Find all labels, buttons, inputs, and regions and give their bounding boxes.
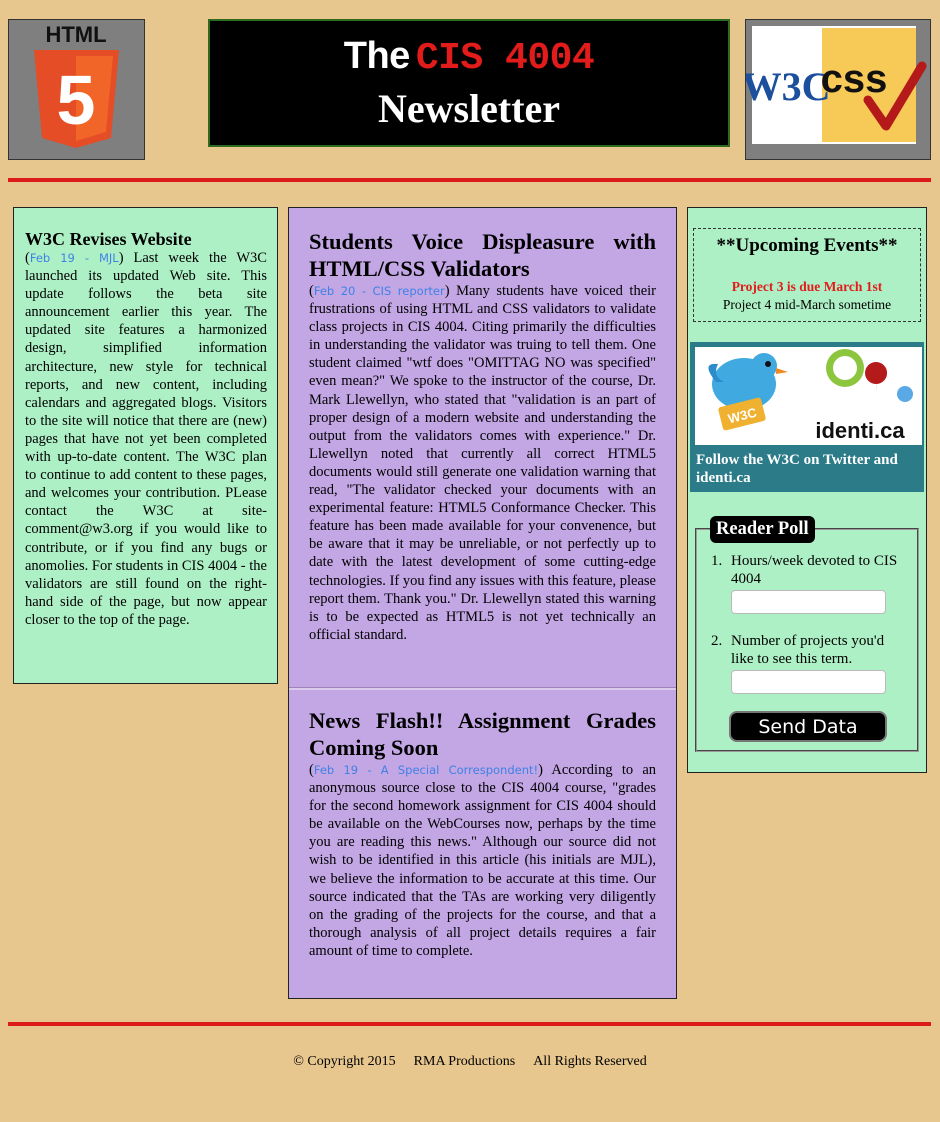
banner-title-line1: The CIS 4004 — [210, 35, 728, 80]
poll-question-2: 2. Number of projects you'd like to see … — [711, 632, 911, 694]
footer-divider — [8, 1022, 931, 1026]
article-text: According to an anonymous source close t… — [309, 762, 657, 959]
left-sidebar-article: W3C Revises Website (Feb 19 - MJL) Last … — [13, 207, 278, 684]
newsletter-banner: The CIS 4004 Newsletter — [208, 19, 730, 147]
banner-title-course: CIS 4004 — [415, 37, 595, 80]
article-grades: News Flash!! Assignment Grades Coming So… — [309, 708, 656, 960]
question-number: 2. — [711, 633, 723, 649]
article-body: (Feb 19 - A Special Correspondent!) Acco… — [309, 762, 657, 959]
article-divider — [289, 687, 676, 690]
question-number: 1. — [711, 553, 723, 569]
banner-title-newsletter: Newsletter — [377, 86, 561, 131]
header-divider — [8, 178, 931, 182]
events-title: **Upcoming Events** — [716, 235, 898, 256]
article-title: W3C Revises Website — [25, 229, 192, 249]
html5-logo: HTML 5 — [8, 19, 145, 160]
svg-text:5: 5 — [57, 61, 96, 139]
article-text: Last week the W3C launched its updated W… — [25, 250, 267, 628]
question-text: Hours/week devoted to CIS 4004 — [731, 553, 898, 587]
article-body: (Feb 20 - CIS reporter) Many students ha… — [309, 283, 656, 643]
article-title: Students Voice Displeasure with HTML/CSS… — [309, 229, 656, 281]
svg-text:css: css — [821, 57, 888, 101]
twitter-bird-icon[interactable]: W3C — [695, 347, 803, 445]
poll-question-1: 1. Hours/week devoted to CIS 4004 — [711, 552, 911, 614]
identica-icon[interactable]: identi.ca — [803, 347, 922, 445]
footer-copyright: © Copyright 2015 — [293, 1054, 396, 1069]
num-projects-input[interactable] — [731, 670, 886, 694]
html5-shield-icon: HTML 5 — [34, 22, 119, 148]
footer: © Copyright 2015 RMA Productions All Right… — [0, 1054, 940, 1070]
footer-rights: All Rights Reserved — [533, 1054, 647, 1069]
event-item: Project 3 is due March 1st — [731, 279, 883, 294]
article-validators: Students Voice Displeasure with HTML/CSS… — [309, 229, 656, 644]
article-date: Feb 19 - A Special Correspondent! — [313, 763, 539, 777]
article-date: Feb 19 - MJL — [29, 251, 119, 265]
reader-poll-form: Reader Poll 1. Hours/week devoted to CIS… — [695, 516, 919, 752]
main-articles: Students Voice Displeasure with HTML/CSS… — [288, 207, 677, 999]
article-title: News Flash!! Assignment Grades Coming So… — [309, 708, 656, 760]
svg-text:identi.ca: identi.ca — [815, 418, 905, 443]
article-date: Feb 20 - CIS reporter — [313, 284, 445, 298]
svg-text:W3C: W3C — [746, 64, 830, 109]
svg-text:HTML: HTML — [45, 22, 106, 47]
follow-w3c-box: W3C identi.ca Follow the W3C on Twitter … — [690, 342, 924, 492]
right-sidebar: **Upcoming Events** Project 3 is due Mar… — [687, 207, 927, 773]
footer-company: RMA Productions — [413, 1054, 516, 1069]
upcoming-events-box: **Upcoming Events** Project 3 is due Mar… — [693, 228, 921, 322]
w3c-css-valid-badge[interactable]: W3C css — [742, 19, 931, 160]
w3c-css-badge-icon: W3C css — [742, 26, 927, 144]
question-text: Number of projects you'd like to see thi… — [731, 633, 885, 667]
banner-title-the: The — [343, 35, 411, 77]
article-text: Many students have voiced their frustrat… — [309, 283, 656, 643]
poll-legend: Reader Poll — [710, 516, 815, 543]
article-body: (Feb 19 - MJL) Last week the W3C launche… — [25, 250, 267, 628]
hours-per-week-input[interactable] — [731, 590, 886, 614]
follow-caption: Follow the W3C on Twitter and identi.ca — [696, 452, 898, 486]
send-data-button[interactable]: Send Data — [729, 711, 887, 742]
event-item: Project 4 mid-March sometime — [722, 297, 892, 312]
